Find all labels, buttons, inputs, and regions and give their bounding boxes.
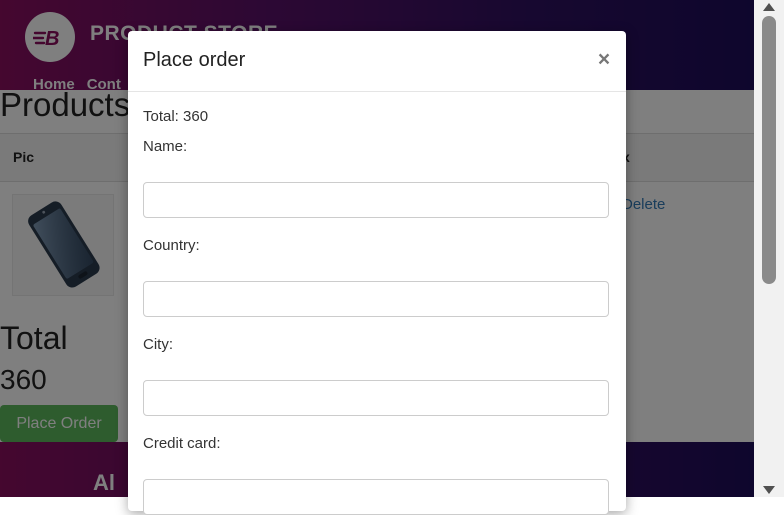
- name-label: Name:: [143, 138, 188, 155]
- city-input[interactable]: [143, 380, 609, 416]
- close-icon[interactable]: ×: [594, 49, 614, 71]
- place-order-modal: Place order × Total: 360 Name: Country: …: [128, 31, 626, 515]
- scrollbar-thumb[interactable]: [762, 16, 776, 284]
- modal-header: Place order ×: [128, 31, 626, 92]
- modal-title: Place order: [143, 49, 246, 71]
- order-total-text: Total: 360: [143, 108, 209, 125]
- name-input[interactable]: [143, 182, 609, 218]
- vertical-scrollbar[interactable]: [754, 0, 784, 497]
- credit-card-input[interactable]: [143, 479, 609, 515]
- scroll-down-icon[interactable]: [763, 486, 775, 494]
- scroll-up-icon[interactable]: [763, 3, 775, 11]
- credit-card-label: Credit card:: [143, 435, 221, 452]
- country-label: Country:: [143, 237, 200, 254]
- country-input[interactable]: [143, 281, 609, 317]
- city-label: City:: [143, 336, 173, 353]
